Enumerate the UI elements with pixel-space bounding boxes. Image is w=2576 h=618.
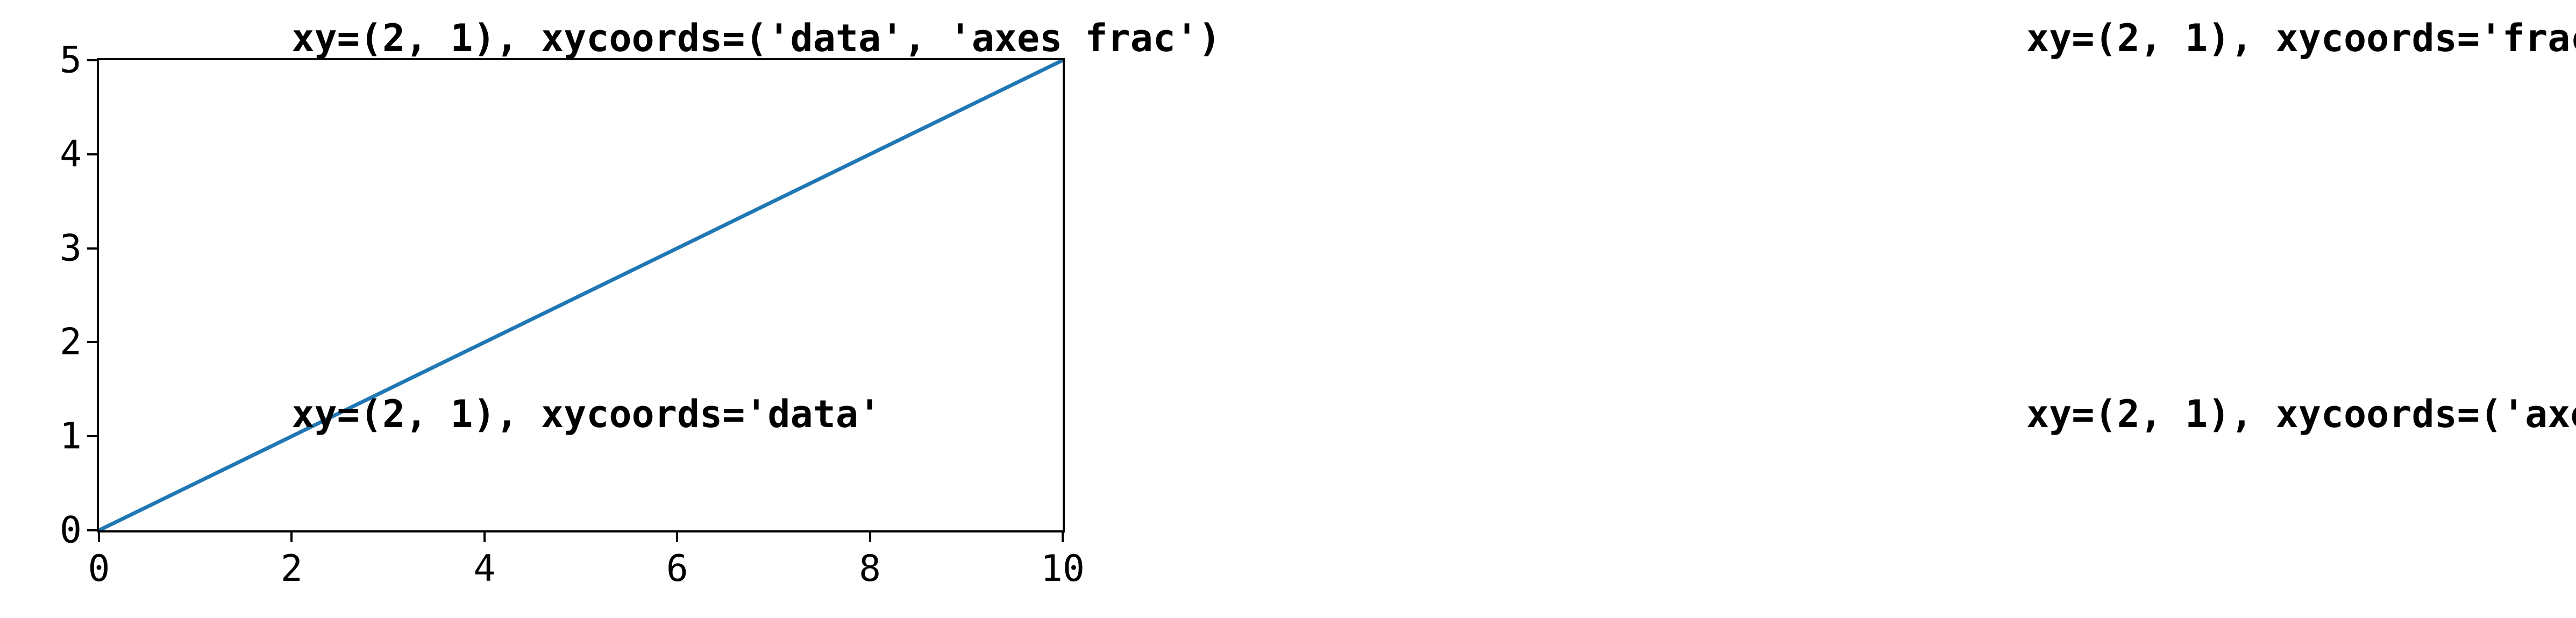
x-tick-mark	[1062, 530, 1064, 542]
x-tick-mark	[676, 530, 678, 542]
chart-container: 0 1 2 3 4 5 0 2 4 6 8 10 xy=(2, 1), xyco…	[0, 0, 2576, 618]
x-tick-label: 10	[1041, 548, 1085, 590]
x-tick-label: 4	[473, 548, 495, 590]
line-plot	[99, 60, 1063, 530]
x-tick-label: 8	[859, 548, 881, 590]
x-tick-label: 2	[281, 548, 303, 590]
y-tick-label: 5	[60, 39, 82, 82]
y-tick-mark	[87, 59, 99, 61]
y-tick-label: 3	[60, 227, 82, 269]
x-tick-label: 6	[666, 548, 688, 590]
annotation-data-axesfrac: xy=(2, 1), xycoords=('data', 'axes frac'…	[291, 16, 1221, 60]
x-tick-mark	[290, 530, 293, 542]
plot-area: 0 1 2 3 4 5 0 2 4 6 8 10 xy=(2, 1), xyco…	[97, 58, 1065, 532]
y-tick-label: 4	[60, 133, 82, 175]
y-tick-label: 0	[60, 509, 82, 552]
x-tick-mark	[869, 530, 871, 542]
y-tick-label: 2	[60, 321, 82, 364]
y-tick-mark	[87, 529, 99, 531]
annotation-axesfrac-data: xy=(2, 1), xycoords=('axes frac', 'data'…	[2026, 392, 2576, 436]
y-tick-mark	[87, 153, 99, 155]
y-tick-mark	[87, 247, 99, 250]
y-tick-mark	[87, 435, 99, 437]
annotation-frac: xy=(2, 1), xycoords='frac'	[2026, 16, 2576, 60]
annotation-data: xy=(2, 1), xycoords='data'	[291, 392, 881, 436]
y-tick-label: 1	[60, 415, 82, 458]
y-tick-mark	[87, 341, 99, 343]
x-tick-mark	[483, 530, 486, 542]
x-tick-label: 0	[88, 548, 110, 590]
x-tick-mark	[98, 530, 100, 542]
